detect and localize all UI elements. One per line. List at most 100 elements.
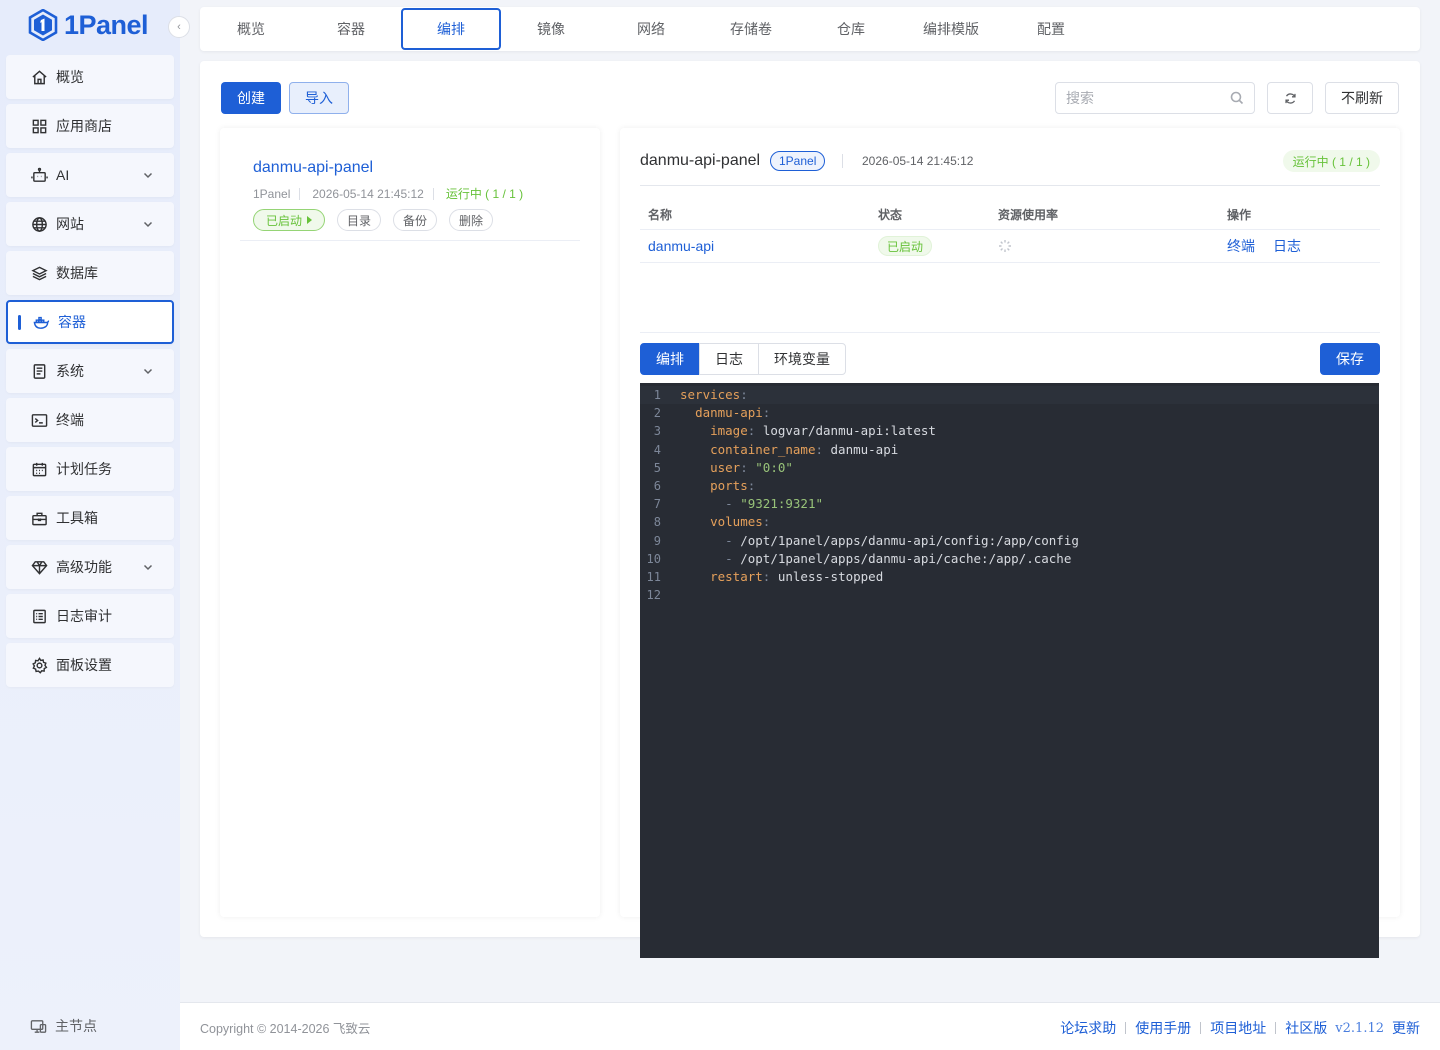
line-number: 1 — [653, 388, 661, 402]
divider — [842, 154, 843, 168]
sidebar-item-toolbox[interactable]: 工具箱 — [6, 496, 174, 540]
project-started-button[interactable]: 已启动 — [253, 209, 326, 231]
tab-images[interactable]: 镜像 — [501, 8, 601, 50]
compose-editor[interactable]: 1 services: 2 danmu-api: 3 image: logvar/da… — [640, 383, 1379, 958]
sidebar-item-app-store[interactable]: 应用商店 — [6, 104, 174, 148]
code-line[interactable]: 8 volumes: — [640, 513, 1379, 531]
tab-overview[interactable]: 概览 — [201, 8, 301, 50]
tab-compose[interactable]: 编排 — [401, 8, 501, 50]
chevron-left-icon: ‹ — [177, 21, 181, 33]
terminal-link[interactable]: 终端 — [1227, 236, 1255, 256]
tab-compose-templates[interactable]: 编排模版 — [901, 8, 1001, 50]
sidebar-item-label: 计划任务 — [56, 461, 112, 477]
code-text: - /opt/1panel/apps/danmu-api/config:/app… — [725, 532, 1079, 548]
grid-icon — [30, 117, 48, 135]
create-button[interactable]: 创建 — [221, 82, 281, 114]
code-line[interactable]: 2 danmu-api: — [640, 404, 1379, 422]
project-name-link[interactable]: danmu-api-panel — [253, 159, 373, 177]
search-icon[interactable] — [1230, 91, 1244, 105]
search-input[interactable] — [1066, 83, 1226, 113]
refresh-button[interactable] — [1267, 82, 1313, 114]
code-line[interactable]: 7 - "9321:9321" — [640, 495, 1379, 513]
sidebar-item-label: 容器 — [58, 314, 86, 330]
line-number: 12 — [646, 588, 661, 603]
project-directory-button[interactable]: 目录 — [337, 209, 382, 231]
node-switcher[interactable]: 主节点 — [30, 1016, 97, 1036]
sidebar-item-cron[interactable]: 计划任务 — [6, 447, 174, 491]
code-line[interactable]: 10 - /opt/1panel/apps/danmu-api/cache:/a… — [640, 550, 1379, 568]
divider — [640, 332, 1380, 333]
project-status: 运行中 ( 1 / 1 ) — [445, 187, 524, 201]
sidebar-item-label: 系统 — [56, 363, 84, 379]
logo[interactable]: 1Panel — [28, 8, 149, 42]
code-line[interactable]: 11 restart: unless-stopped — [640, 568, 1379, 586]
sidebar-item-label: 网站 — [56, 216, 84, 232]
robot-icon — [30, 166, 48, 184]
collapse-sidebar-button[interactable]: ‹ — [168, 16, 190, 38]
import-button[interactable]: 导入 — [289, 82, 349, 114]
project-meta: 1Panel 2026-05-14 21:45:12 运行中 ( 1 / 1 ) — [253, 185, 523, 202]
code-line[interactable]: 12 — [640, 586, 1379, 604]
sidebar-item-ai[interactable]: AI — [6, 153, 174, 197]
sidebar-item-advanced[interactable]: 高级功能 — [6, 545, 174, 589]
terminal-icon — [30, 411, 48, 429]
sidebar-menu: 概览 应用商店 AI 网站 数据库 容器 系统 终端 计划任务 工具箱 高级功能… — [6, 55, 174, 692]
edition-link[interactable]: 社区版 — [1285, 1018, 1327, 1038]
sidebar-item-container[interactable]: 容器 — [6, 300, 174, 344]
code-text: ports: — [710, 477, 756, 493]
auto-refresh-select[interactable]: 不刷新 — [1325, 82, 1399, 114]
logo-text: 1Panel — [64, 9, 149, 40]
forum-link[interactable]: 论坛求助 — [1060, 1018, 1116, 1038]
col-resource: 资源使用率 — [998, 207, 1059, 222]
diamond-icon — [30, 558, 48, 576]
gear-icon — [30, 656, 48, 674]
project-link[interactable]: 项目地址 — [1210, 1018, 1266, 1038]
tab-env-vars[interactable]: 环境变量 — [758, 343, 846, 375]
home-icon — [30, 68, 48, 86]
update-link[interactable]: 更新 — [1392, 1018, 1420, 1038]
code-text: - /opt/1panel/apps/danmu-api/cache:/app/… — [725, 550, 1072, 566]
code-text: user: "0:0" — [710, 459, 793, 475]
code-line[interactable]: 6 ports: — [640, 477, 1379, 495]
manual-link[interactable]: 使用手册 — [1135, 1018, 1191, 1038]
log-icon — [30, 607, 48, 625]
project-detail: danmu-api-panel 1Panel 2026-05-14 21:45:… — [620, 128, 1400, 958]
project-delete-button[interactable]: 删除 — [449, 209, 494, 231]
code-line[interactable]: 9 - /opt/1panel/apps/danmu-api/config:/a… — [640, 532, 1379, 550]
line-number: 5 — [653, 460, 661, 475]
divider — [640, 185, 1380, 186]
tab-networks[interactable]: 网络 — [601, 8, 701, 50]
line-number: 3 — [653, 424, 661, 439]
line-number: 10 — [646, 551, 661, 566]
sidebar-item-log-audit[interactable]: 日志审计 — [6, 594, 174, 638]
save-button[interactable]: 保存 — [1320, 343, 1380, 375]
code-text: - "9321:9321" — [725, 496, 824, 512]
sidebar-item-label: 面板设置 — [56, 657, 112, 673]
log-link[interactable]: 日志 — [1273, 236, 1301, 256]
sidebar-item-website[interactable]: 网站 — [6, 202, 174, 246]
code-line[interactable]: 3 image: logvar/danmu-api:latest — [640, 422, 1379, 440]
globe-icon — [30, 215, 48, 233]
tab-registries[interactable]: 仓库 — [801, 8, 901, 50]
code-line[interactable]: 1 services: — [640, 386, 1379, 405]
project-actions: 已启动 目录 备份 删除 — [253, 209, 494, 231]
tab-volumes[interactable]: 存储卷 — [701, 8, 801, 50]
sidebar-item-settings[interactable]: 面板设置 — [6, 643, 174, 687]
sidebar-item-overview[interactable]: 概览 — [6, 55, 174, 99]
table-header: 名称 状态 资源使用率 操作 — [640, 198, 1380, 230]
line-number: 8 — [653, 515, 661, 530]
tab-config[interactable]: 配置 — [1001, 8, 1101, 50]
sidebar-item-system[interactable]: 系统 — [6, 349, 174, 393]
sidebar-item-label: 应用商店 — [56, 118, 112, 134]
sidebar-item-terminal[interactable]: 终端 — [6, 398, 174, 442]
code-line[interactable]: 5 user: "0:0" — [640, 459, 1379, 477]
project-backup-button[interactable]: 备份 — [393, 209, 438, 231]
service-name-link[interactable]: danmu-api — [648, 230, 714, 262]
code-line[interactable]: 4 container_name: danmu-api — [640, 441, 1379, 459]
tab-logs[interactable]: 日志 — [699, 343, 759, 375]
search-field[interactable] — [1055, 82, 1255, 114]
divider — [1200, 1022, 1202, 1034]
sidebar-item-database[interactable]: 数据库 — [6, 251, 174, 295]
tab-compose-edit[interactable]: 编排 — [640, 343, 700, 375]
tab-containers[interactable]: 容器 — [301, 8, 401, 50]
